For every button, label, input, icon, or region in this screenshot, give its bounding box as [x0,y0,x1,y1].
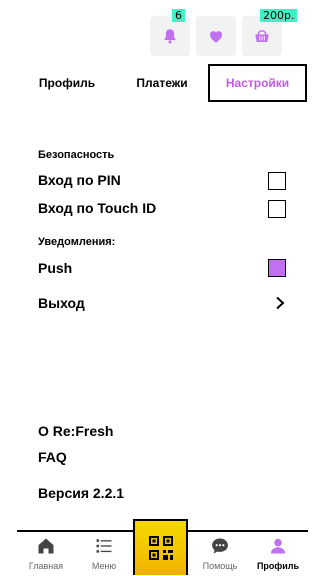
nav-profile[interactable]: Профиль [249,536,307,576]
basket-button[interactable] [242,16,282,56]
push-label: Push [38,260,73,276]
security-section-title: Безопасность [38,149,115,161]
pin-login-checkbox[interactable] [268,172,286,190]
notifications-button[interactable] [150,16,190,56]
menu-list-icon [96,539,112,553]
qr-code-icon [148,536,173,560]
qr-scan-button[interactable] [133,519,188,575]
balance-badge: 200р. [260,9,298,22]
nav-menu-label: Меню [91,561,117,571]
home-icon [38,538,54,554]
pin-login-label: Вход по PIN [38,172,121,188]
about-link[interactable]: О Re:Fresh [38,423,113,439]
faq-link[interactable]: FAQ [38,449,67,465]
favorites-button[interactable] [196,16,236,56]
basket-icon [255,30,269,42]
push-checkbox[interactable] [268,259,286,277]
tab-settings[interactable]: Настройки [208,64,307,102]
nav-help-label: Помощь [202,561,238,571]
header-icons: 6 200р. [150,9,298,56]
nav-help[interactable]: Помощь [191,536,249,576]
tab-payments[interactable]: Платежи [117,64,207,102]
nav-home-label: Главная [28,561,64,571]
chevron-right-icon[interactable] [274,296,286,310]
nav-profile-label: Профиль [256,561,300,571]
version-label: Версия 2.2.1 [38,485,125,501]
user-icon [270,538,286,554]
notifications-badge: 6 [172,9,185,22]
touchid-login-checkbox[interactable] [268,200,286,218]
notifications-section-title: Уведомления: [38,236,116,248]
nav-home[interactable]: Главная [17,536,75,576]
bell-icon [164,29,176,44]
heart-icon [210,31,222,43]
touchid-login-label: Вход по Touch ID [38,200,157,216]
nav-menu[interactable]: Меню [75,536,133,576]
tab-profile[interactable]: Профиль [17,64,117,102]
chat-icon [212,538,228,554]
profile-tabs: Профиль Платежи Настройки [17,64,307,102]
logout-label[interactable]: Выход [38,295,85,311]
